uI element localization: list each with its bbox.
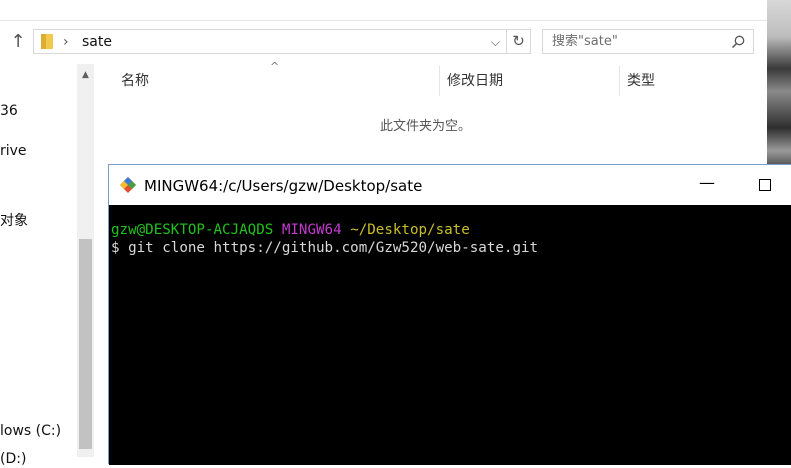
nav-item-pc[interactable]: 36 [0, 102, 18, 120]
prompt-path: ~/Desktop/sate [350, 222, 470, 238]
up-arrow-icon[interactable]: ↑ [6, 28, 30, 56]
chevron-down-icon[interactable]: ⌵ [491, 32, 500, 52]
terminal-output[interactable]: gzw@DESKTOP-ACJAQDS MINGW64 ~/Desktop/sa… [109, 205, 791, 465]
search-placeholder: 搜索"sate" [552, 34, 618, 49]
ribbon-strip [0, 0, 767, 21]
minimize-button[interactable]: — [687, 169, 727, 201]
scroll-up-icon[interactable]: ▲ [77, 68, 94, 82]
terminal-title: MINGW64:/c/Users/gzw/Desktop/sate [144, 177, 423, 195]
search-input[interactable]: 搜索"sate" [542, 29, 754, 54]
maximize-icon [759, 179, 771, 191]
maximize-button[interactable] [745, 169, 785, 201]
breadcrumb-chevron-icon[interactable]: › [63, 32, 69, 52]
git-bash-window[interactable]: MINGW64:/c/Users/gzw/Desktop/sate — gzw@… [108, 164, 791, 465]
column-header-name[interactable]: 名称 [121, 72, 149, 90]
nav-scrollbar[interactable]: ▲ [77, 64, 94, 457]
nav-item-onedrive[interactable]: rive [0, 142, 27, 160]
column-header-type[interactable]: 类型 [627, 72, 655, 90]
empty-folder-message: 此文件夹为空。 [380, 119, 472, 134]
sort-ascending-icon: ^ [270, 60, 280, 73]
nav-item-3d-objects[interactable]: 对象 [0, 212, 28, 230]
git-icon [120, 177, 136, 193]
terminal-command-line[interactable]: $ git clone https://github.com/Gzw520/we… [111, 239, 538, 257]
folder-icon [41, 34, 53, 49]
terminal-prompt-line: gzw@DESKTOP-ACJAQDS MINGW64 ~/Desktop/sa… [111, 221, 470, 239]
search-icon[interactable] [731, 35, 745, 49]
column-divider[interactable] [619, 66, 620, 96]
nav-scrollbar-thumb[interactable] [79, 239, 92, 449]
prompt-user-host: gzw@DESKTOP-ACJAQDS [111, 222, 274, 238]
refresh-icon[interactable]: ↻ [507, 29, 531, 54]
column-header-date-modified[interactable]: 修改日期 [447, 72, 503, 90]
nav-item-drive-d[interactable]: (D:) [0, 450, 26, 468]
prompt-shell: MINGW64 [281, 222, 342, 238]
column-divider[interactable] [439, 66, 440, 96]
address-path[interactable]: sate [82, 30, 112, 54]
terminal-titlebar[interactable]: MINGW64:/c/Users/gzw/Desktop/sate — [109, 165, 791, 205]
address-bar[interactable]: › sate ⌵ [33, 29, 507, 54]
nav-item-drive-c[interactable]: lows (C:) [0, 422, 61, 440]
